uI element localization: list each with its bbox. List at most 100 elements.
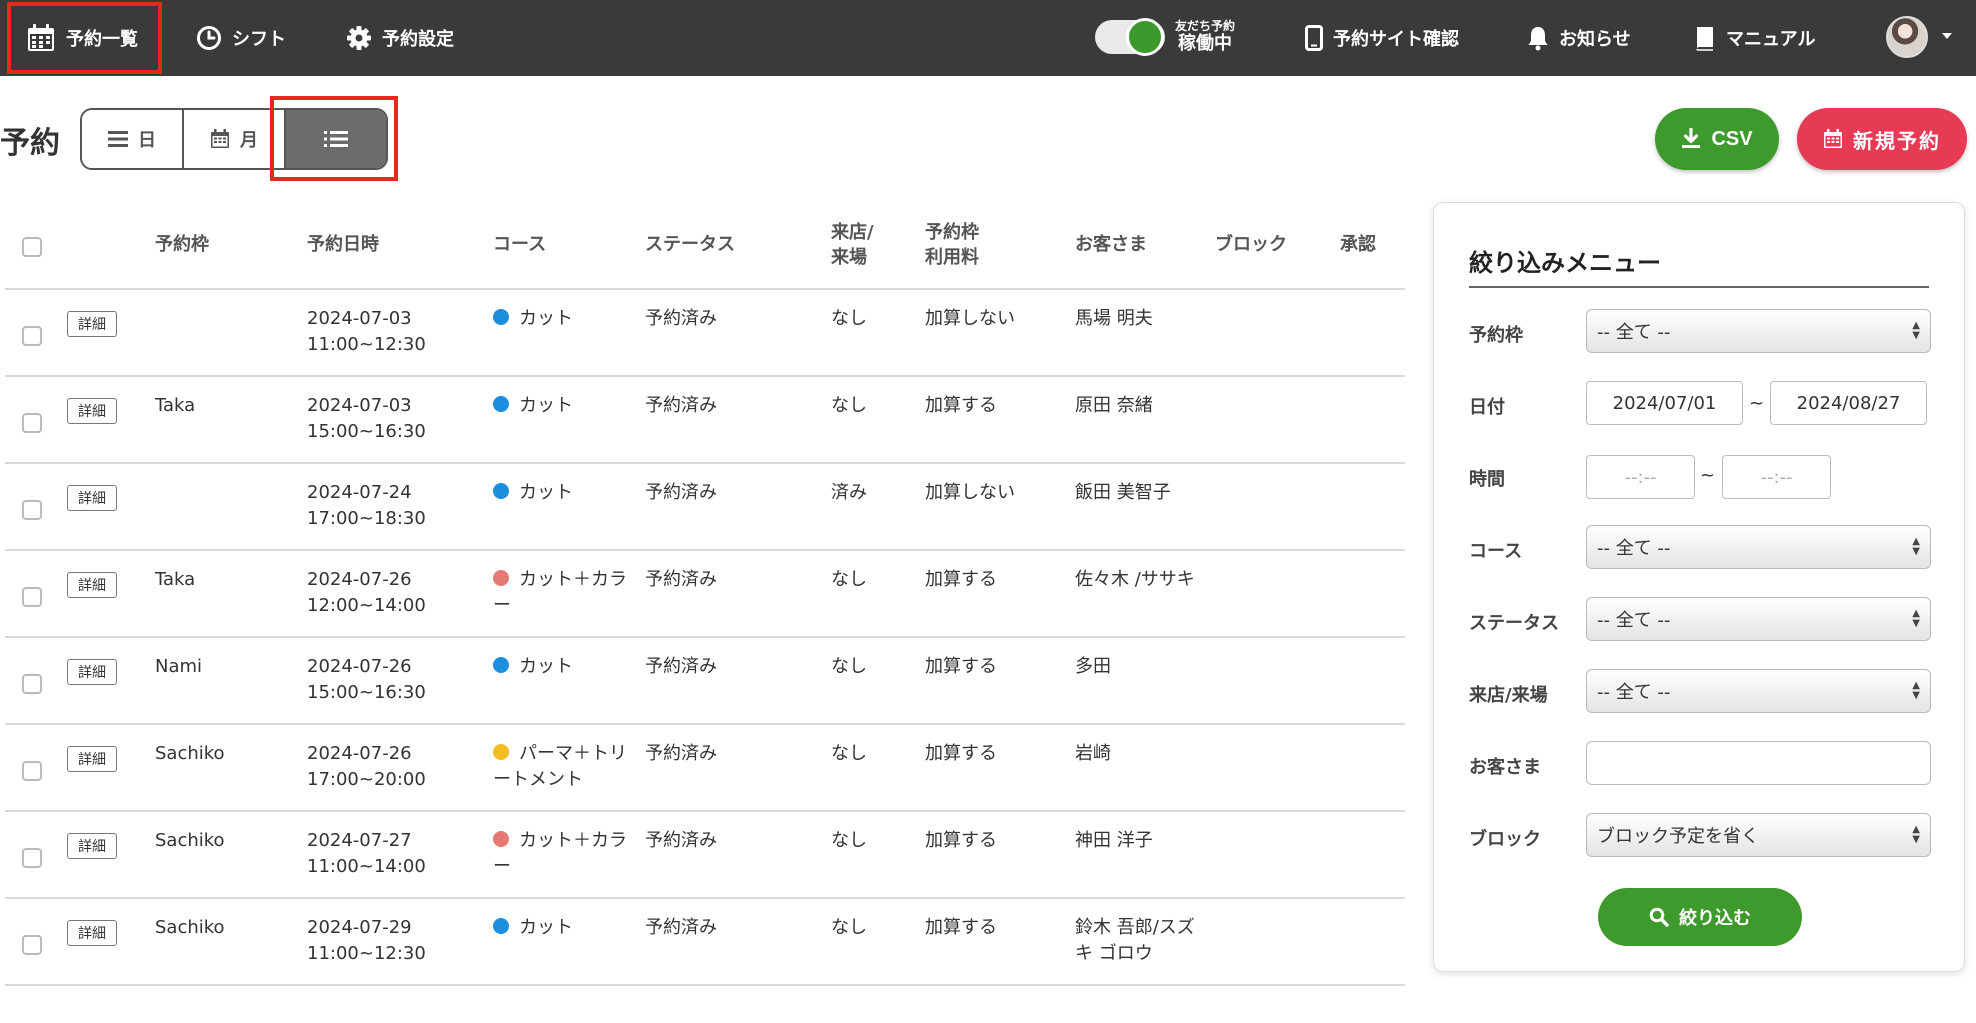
detail-button[interactable]: 詳細: [67, 659, 117, 685]
nav-item-notifications[interactable]: お知らせ: [1527, 0, 1631, 76]
row-checkbox[interactable]: [22, 674, 42, 694]
cell-time: 11:00~14:00: [307, 856, 426, 877]
table-row: 詳細 Sachiko 2024-07-27 11:00~14:00 カット＋カラー 予約済…: [5, 812, 1405, 899]
cell-status: 予約済み: [645, 395, 717, 416]
filter-visit-select[interactable]: -- 全て -- ▲ ▼: [1586, 669, 1931, 713]
toggle-knob: [1126, 18, 1164, 56]
cell-time: 17:00~20:00: [307, 769, 426, 790]
cell-fee: 加算する: [925, 917, 997, 938]
filter-block-value: ブロック予定を省く: [1597, 826, 1759, 847]
filter-time-from-input[interactable]: --:--: [1586, 455, 1695, 499]
cell-time: 11:00~12:30: [307, 334, 426, 355]
cell-slot: Sachiko: [155, 917, 225, 938]
view-month-label: 月: [240, 130, 258, 151]
row-checkbox[interactable]: [22, 587, 42, 607]
row-checkbox[interactable]: [22, 500, 42, 520]
header-slot: 予約枠: [155, 234, 209, 255]
cell-fee: 加算しない: [925, 308, 1015, 329]
detail-button[interactable]: 詳細: [67, 572, 117, 598]
filter-submit-button[interactable]: 絞り込む: [1598, 888, 1802, 946]
cell-date: 2024-07-03: [307, 308, 412, 329]
course-name: カット: [519, 917, 573, 938]
nav-item-site-check[interactable]: 予約サイト確認: [1305, 0, 1459, 76]
detail-button[interactable]: 詳細: [67, 920, 117, 946]
course-color-dot: [493, 309, 509, 325]
cell-customer: 原田 奈緒: [1075, 395, 1153, 416]
nav-item-reservation-settings[interactable]: 予約設定: [346, 0, 454, 76]
time-range-separator: ~: [1700, 465, 1716, 486]
list-lines-icon: [108, 131, 128, 147]
cell-datetime: 2024-07-24 17:00~18:30: [307, 480, 426, 532]
header-visit-line2: 来場: [831, 247, 867, 268]
row-checkbox[interactable]: [22, 935, 42, 955]
filter-course-select[interactable]: -- 全て -- ▲ ▼: [1586, 525, 1931, 569]
cell-course: カット: [493, 393, 633, 419]
filter-course-label: コース: [1469, 541, 1523, 562]
cell-slot: Nami: [155, 656, 203, 677]
cell-status: 予約済み: [645, 743, 717, 764]
new-reservation-button[interactable]: 新規予約: [1797, 108, 1967, 170]
filter-customer-input[interactable]: [1586, 741, 1931, 785]
detail-button[interactable]: 詳細: [67, 398, 117, 424]
nav-label: シフト: [232, 29, 286, 50]
toggle-status: 稼働中: [1178, 32, 1232, 54]
cell-fee: 加算する: [925, 569, 997, 590]
cell-customer: 佐々木 /ササキ: [1075, 569, 1195, 590]
nav-label: 予約サイト確認: [1333, 29, 1459, 50]
filter-slot-label: 予約枠: [1469, 325, 1523, 346]
detail-button[interactable]: 詳細: [67, 485, 117, 511]
friend-booking-toggle[interactable]: 友だち予約 稼働中: [1095, 12, 1235, 62]
filter-date-to-input[interactable]: 2024/08/27: [1770, 381, 1927, 425]
table-row: 詳細 Sachiko 2024-07-29 11:00~12:30 カット 予約済み なし 加…: [5, 899, 1405, 986]
detail-button[interactable]: 詳細: [67, 833, 117, 859]
filter-time-to-input[interactable]: --:--: [1722, 455, 1831, 499]
nav-label: 予約設定: [382, 29, 454, 50]
cell-time: 15:00~16:30: [307, 421, 426, 442]
filter-status-select[interactable]: -- 全て -- ▲ ▼: [1586, 597, 1931, 641]
header-course: コース: [493, 234, 547, 255]
row-checkbox[interactable]: [22, 326, 42, 346]
row-checkbox[interactable]: [22, 761, 42, 781]
cell-course: カット＋カラー: [493, 567, 633, 619]
toggle-switch[interactable]: [1095, 18, 1165, 56]
detail-button[interactable]: 詳細: [67, 311, 117, 337]
cell-datetime: 2024-07-26 15:00~16:30: [307, 654, 426, 706]
cell-datetime: 2024-07-27 11:00~14:00: [307, 828, 426, 880]
header-fee: 予約枠 利用料: [925, 220, 979, 270]
nav-item-shift[interactable]: シフト: [196, 0, 286, 76]
detail-button[interactable]: 詳細: [67, 746, 117, 772]
view-day-button[interactable]: 日: [82, 110, 184, 168]
nav-label: お知らせ: [1559, 29, 1631, 50]
download-icon: [1682, 128, 1701, 148]
nav-item-manual[interactable]: マニュアル: [1694, 0, 1815, 76]
calendar-icon: [211, 129, 229, 148]
cell-visit: なし: [831, 395, 867, 416]
select-arrows-icon: ▲ ▼: [1912, 608, 1920, 629]
row-checkbox[interactable]: [22, 848, 42, 868]
filter-slot-select[interactable]: -- 全て -- ▲ ▼: [1586, 309, 1931, 353]
user-avatar[interactable]: [1886, 16, 1928, 58]
course-name: カット＋カラー: [493, 830, 627, 877]
filter-submit-label: 絞り込む: [1679, 908, 1751, 928]
filter-block-select[interactable]: ブロック予定を省く ▲ ▼: [1586, 813, 1931, 857]
cell-date: 2024-07-03: [307, 395, 412, 416]
top-navigation-bar: 予約一覧 シフト 予約設定 友だち予約 稼働中 予約サイト確認 お知らせ マニュ…: [0, 0, 1976, 76]
date-range-separator: ~: [1749, 393, 1765, 414]
reservation-table: 予約枠 予約日時 コース ステータス 来店/ 来場 予約枠 利用料 お客さま ブ…: [5, 210, 1405, 986]
select-arrows-icon: ▲ ▼: [1912, 536, 1920, 557]
chevron-down-icon[interactable]: [1942, 33, 1952, 39]
select-all-checkbox[interactable]: [22, 237, 42, 257]
course-name: カット: [519, 656, 573, 677]
course-name: カット＋カラー: [493, 569, 627, 616]
row-checkbox[interactable]: [22, 413, 42, 433]
cell-fee: 加算しない: [925, 482, 1015, 503]
header-approve: 承認: [1340, 234, 1376, 255]
cell-course: カット: [493, 915, 633, 941]
cell-customer: 多田: [1075, 656, 1111, 677]
header-fee-line2: 利用料: [925, 247, 979, 268]
cell-date: 2024-07-26: [307, 656, 412, 677]
cell-customer: 飯田 美智子: [1075, 482, 1171, 503]
filter-date-from-input[interactable]: 2024/07/01: [1586, 381, 1743, 425]
csv-download-button[interactable]: CSV: [1655, 108, 1779, 170]
course-color-dot: [493, 396, 509, 412]
